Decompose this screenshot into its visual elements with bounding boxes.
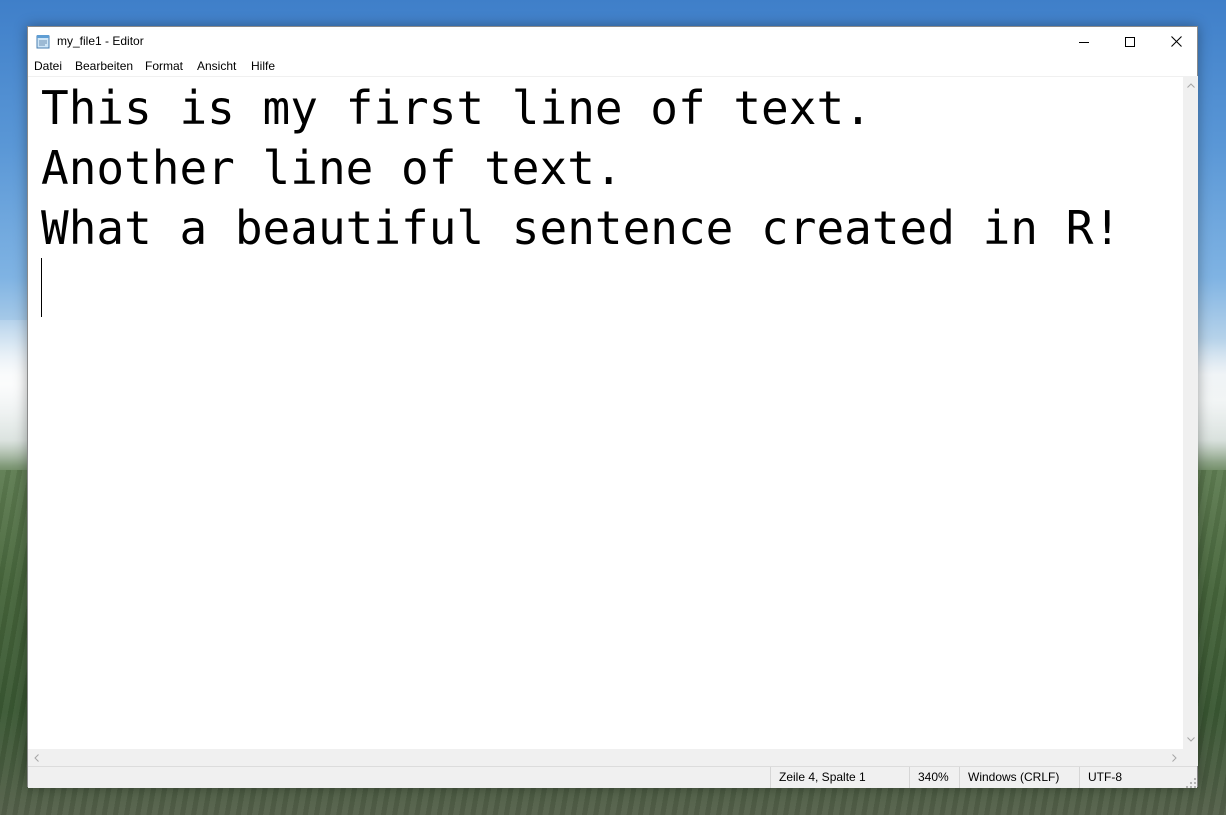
status-zoom: 340% [909,767,959,788]
maximize-button[interactable] [1107,27,1153,56]
minimize-icon [1079,37,1089,47]
close-button[interactable] [1153,27,1199,56]
menu-hilfe[interactable]: Hilfe [251,59,275,73]
menu-bar: Datei Bearbeiten Format Ansicht Hilfe [28,57,1197,76]
menu-datei[interactable]: Datei [34,59,62,73]
status-cursor-position: Zeile 4, Spalte 1 [770,767,909,788]
maximize-icon [1125,36,1135,47]
vertical-scrollbar[interactable] [1183,76,1198,749]
title-bar[interactable]: my_file1 - Editor [28,27,1197,57]
resize-grip-icon[interactable] [1186,777,1196,788]
notepad-icon [36,34,50,49]
status-bar: Zeile 4, Spalte 1 340% Windows (CRLF) UT… [28,766,1197,788]
text-line: Another line of text. [41,141,623,195]
editor-window: my_file1 - Editor Datei Bearbeiten Forma… [27,26,1198,788]
scroll-down-icon[interactable] [1183,732,1198,747]
status-line-ending: Windows (CRLF) [959,767,1079,788]
text-editor-area[interactable]: This is my first line of text. Another l… [28,76,1183,750]
minimize-button[interactable] [1061,27,1107,56]
scroll-right-icon[interactable] [1167,750,1182,765]
text-line: What a beautiful sentence created in R! [41,201,1122,255]
menu-bearbeiten[interactable]: Bearbeiten [75,59,133,73]
scroll-left-icon[interactable] [29,750,44,765]
menu-ansicht[interactable]: Ansicht [197,59,236,73]
text-caret [41,258,42,317]
status-encoding: UTF-8 [1079,767,1197,788]
close-icon [1170,36,1182,47]
window-title: my_file1 - Editor [57,34,144,48]
horizontal-scrollbar[interactable] [28,749,1183,766]
text-line: This is my first line of text. [41,81,872,135]
scroll-up-icon[interactable] [1183,78,1198,93]
scrollbar-corner [1183,749,1198,766]
menu-format[interactable]: Format [145,59,183,73]
